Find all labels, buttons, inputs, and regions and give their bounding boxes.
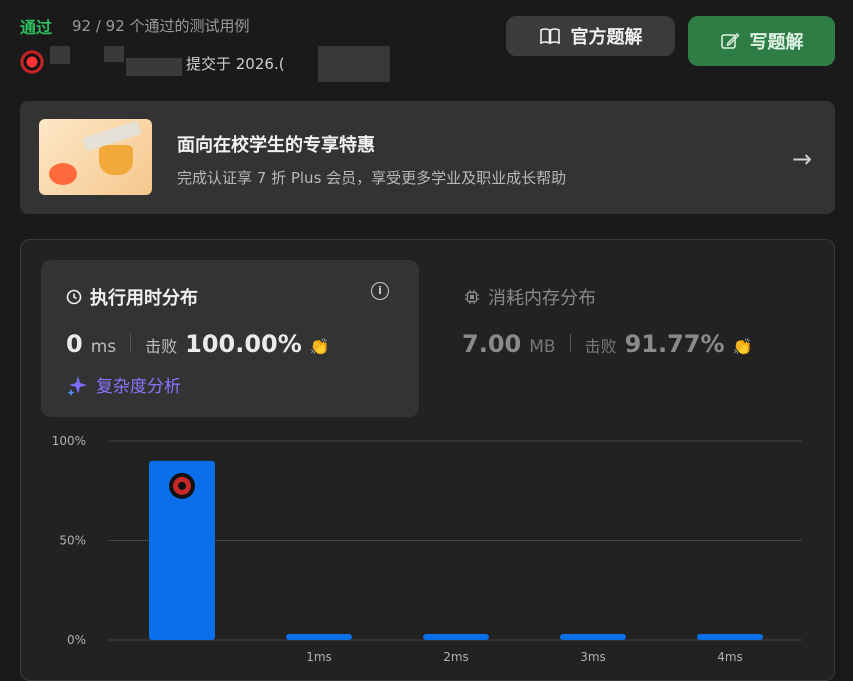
clock-icon [66,289,82,305]
memory-beat-label: 击败 [584,337,617,356]
write-solution-button[interactable]: 写题解 [688,16,835,66]
x-tick-label: 3ms [580,650,606,664]
promo-subtitle: 完成认证享 7 折 Plus 会员，享受更多学业及职业成长帮助 [177,169,567,187]
arrow-right-icon[interactable]: → [792,145,812,173]
official-solution-label: 官方题解 [570,27,643,48]
graduation-cap-icon [39,119,152,195]
sparkle-icon [67,375,87,396]
test-case-count: 92 / 92 个通过的测试用例 [72,17,250,35]
divider [130,334,132,352]
runtime-beat-label: 击败 [145,337,178,356]
runtime-title: 执行用时分布 [66,284,198,310]
bar [286,634,352,640]
chip-icon [465,290,479,304]
runtime-unit: ms [90,337,117,357]
promo-title: 面向在校学生的专享特惠 [177,135,375,156]
complexity-analysis-link[interactable]: 复杂度分析 [66,372,181,397]
user-avatar[interactable] [20,50,44,74]
cap-base-shape [99,145,133,175]
runtime-stats: 0 ms 击败 100.00% 👏 [66,330,330,358]
bar [697,634,763,640]
x-tick-label: 1ms [306,650,332,664]
runtime-title-text: 执行用时分布 [90,288,198,309]
time-redacted [318,46,390,82]
result-panel: 执行用时分布 i 0 ms 击败 100.00% 👏 复杂度分析 消耗内存分布 … [20,239,835,681]
book-icon [539,28,560,45]
submitted-time: 提交于 2026.( [186,55,285,73]
y-tick-label: 50% [59,534,86,548]
write-solution-label: 写题解 [749,32,804,53]
y-tick-label: 0% [67,633,86,647]
memory-stats: 7.00 MB 击败 91.77% 👏 [462,330,752,358]
clap-icon: 👏 [732,337,753,356]
bar [423,634,489,640]
runtime-beat-value: 100.00% [185,330,302,358]
memory-value: 7.00 [462,330,522,358]
info-icon[interactable]: i [371,282,389,300]
memory-beat-value: 91.77% [624,330,725,358]
edit-icon [720,33,739,49]
x-tick-label: 4ms [717,650,743,664]
username-redacted[interactable] [50,46,70,64]
memory-unit: MB [529,337,556,357]
clap-icon: 👏 [309,337,330,356]
divider [569,334,571,352]
bar [560,634,626,640]
student-promo-banner[interactable]: 面向在校学生的专享特惠 完成认证享 7 折 Plus 会员，享受更多学业及职业成… [20,101,835,214]
memory-title-text: 消耗内存分布 [488,288,596,309]
x-tick-label: 2ms [443,650,469,664]
status-accepted: 通过 [20,18,53,37]
username-redacted[interactable] [126,58,182,76]
official-solution-button[interactable]: 官方题解 [506,16,675,56]
y-tick-label: 100% [52,435,86,448]
memory-tab[interactable]: 消耗内存分布 [464,284,596,310]
chat-bubble-shape [49,163,77,185]
complexity-label: 复杂度分析 [96,377,181,397]
username-redacted[interactable] [104,46,124,62]
runtime-value: 0 [66,330,83,358]
runtime-distribution-chart[interactable]: 0% 50% 100% 1ms 2ms 3ms 4ms [21,435,834,680]
runtime-card[interactable]: 执行用时分布 i 0 ms 击败 100.00% 👏 复杂度分析 [41,260,419,417]
user-marker-center [178,481,186,490]
